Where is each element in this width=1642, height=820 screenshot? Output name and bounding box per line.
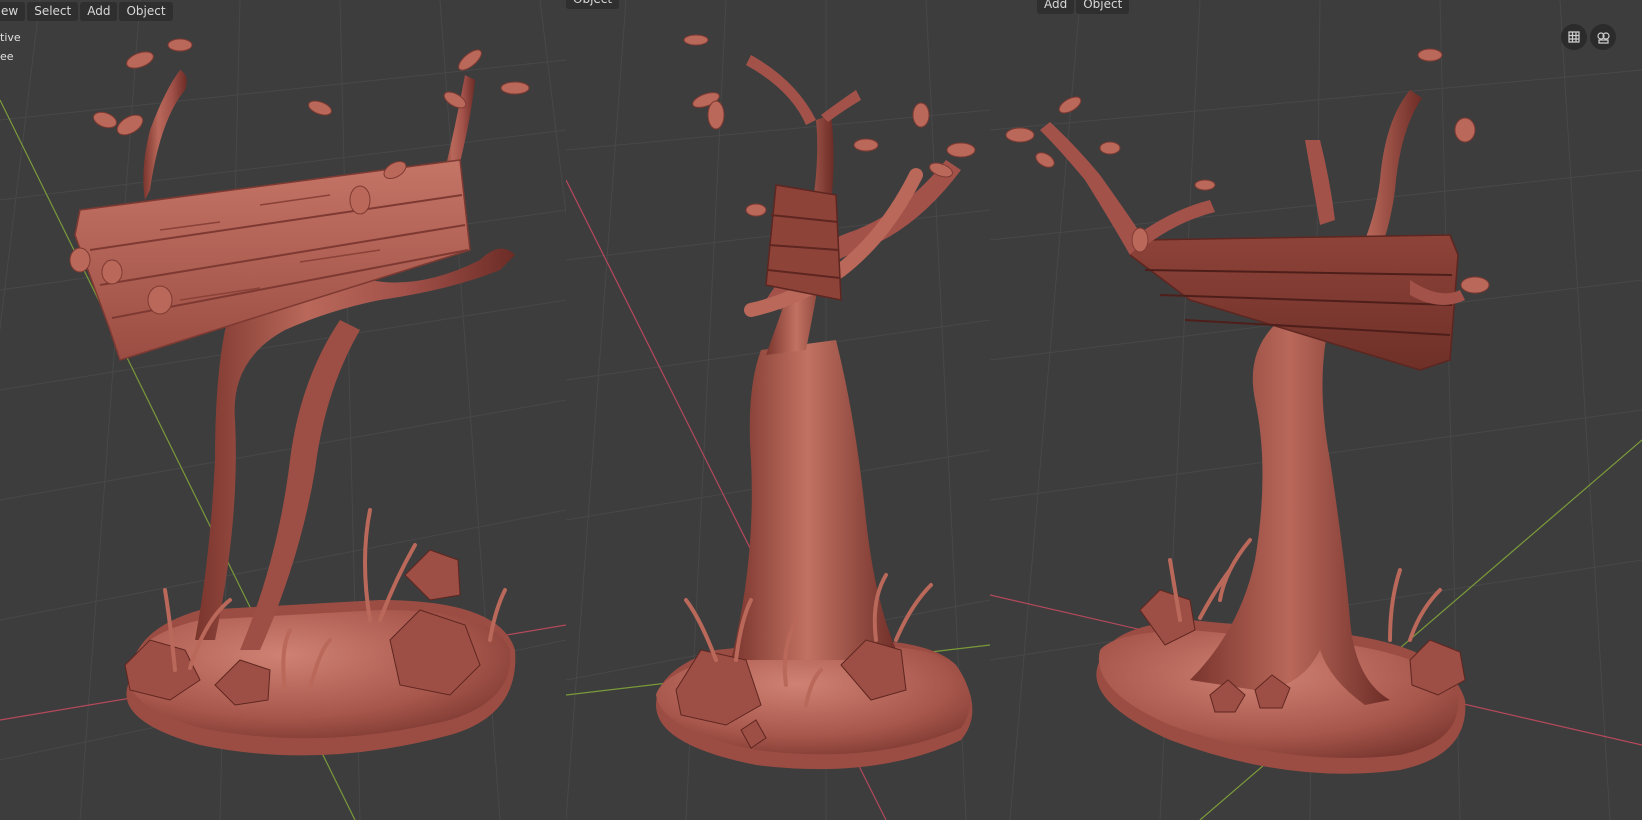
- menu-view[interactable]: ew: [0, 2, 26, 21]
- tree-model-middle: [656, 34, 976, 770]
- viewport-info-collection: ee: [0, 50, 14, 63]
- viewport-middle[interactable]: Object: [566, 0, 990, 820]
- viewport-left[interactable]: ew Select Add Object tive ee: [0, 0, 566, 820]
- tree-model-right: [1005, 48, 1490, 774]
- viewport-right-menu: Add Object: [1037, 0, 1130, 14]
- grid-view-button[interactable]: [1561, 24, 1587, 50]
- menu-add[interactable]: Add: [1037, 0, 1075, 14]
- scene-middle: [566, 0, 990, 820]
- camera-view-icon: [1597, 32, 1610, 44]
- menu-object[interactable]: Object: [566, 0, 620, 9]
- grid-view-icon: [1568, 31, 1580, 43]
- scene-right: [990, 0, 1642, 820]
- menu-object[interactable]: Object: [119, 2, 173, 21]
- tree-model-left: [69, 38, 530, 756]
- scene-left: [0, 0, 566, 820]
- viewport-middle-menu: Object: [566, 0, 620, 9]
- viewport-left-menu: ew Select Add Object: [0, 2, 173, 21]
- camera-view-button[interactable]: [1590, 24, 1616, 50]
- viewport-info-mode: tive: [0, 31, 21, 44]
- menu-select[interactable]: Select: [27, 2, 79, 21]
- viewport-right[interactable]: Add Object: [990, 0, 1642, 820]
- menu-add[interactable]: Add: [80, 2, 118, 21]
- menu-object[interactable]: Object: [1076, 0, 1130, 14]
